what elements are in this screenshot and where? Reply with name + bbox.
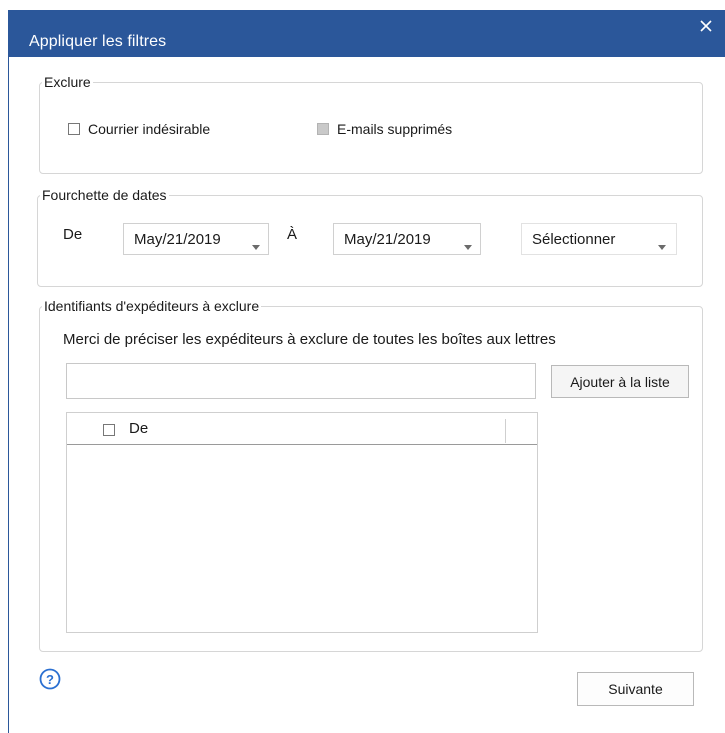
next-button[interactable]: Suivante — [577, 672, 694, 706]
add-to-list-button[interactable]: Ajouter à la liste — [551, 365, 689, 398]
chevron-down-icon — [252, 237, 260, 254]
svg-text:?: ? — [46, 672, 54, 687]
chevron-down-icon — [464, 237, 472, 254]
junk-mail-label: Courrier indésirable — [88, 121, 211, 137]
apply-filters-dialog: Appliquer les filtres Exclure Courrier i… — [8, 10, 725, 733]
date-preset-value: Sélectionner — [532, 231, 616, 248]
from-date-label: De — [63, 226, 83, 243]
to-date-label: À — [287, 226, 298, 243]
sender-list: De — [66, 412, 538, 633]
sender-list-header: De — [67, 413, 537, 445]
dialog-title: Appliquer les filtres — [29, 33, 167, 50]
junk-mail-checkbox[interactable] — [68, 123, 80, 135]
sender-input[interactable] — [66, 363, 536, 399]
deleted-emails-checkbox — [317, 123, 329, 135]
column-header-from[interactable]: De — [129, 421, 148, 437]
title-bar: Appliquer les filtres — [9, 10, 725, 57]
exclude-legend: Exclure — [44, 74, 91, 90]
from-date-value: May/21/2019 — [134, 231, 221, 248]
excluded-senders-legend: Identifiants d'expéditeurs à exclure — [44, 298, 260, 314]
to-date-value: May/21/2019 — [344, 231, 431, 248]
chevron-down-icon — [658, 237, 666, 254]
senders-instruction: Merci de préciser les expéditeurs à excl… — [63, 331, 556, 348]
to-date-picker[interactable]: May/21/2019 — [333, 223, 481, 255]
from-date-picker[interactable]: May/21/2019 — [123, 223, 269, 255]
help-icon[interactable]: ? — [39, 668, 61, 694]
date-range-legend: Fourchette de dates — [42, 187, 167, 203]
date-preset-dropdown[interactable]: Sélectionner — [521, 223, 677, 255]
column-divider[interactable] — [505, 419, 506, 443]
deleted-emails-label: E-mails supprimés — [337, 121, 453, 137]
close-icon[interactable] — [698, 18, 714, 34]
select-all-checkbox[interactable] — [103, 424, 115, 436]
